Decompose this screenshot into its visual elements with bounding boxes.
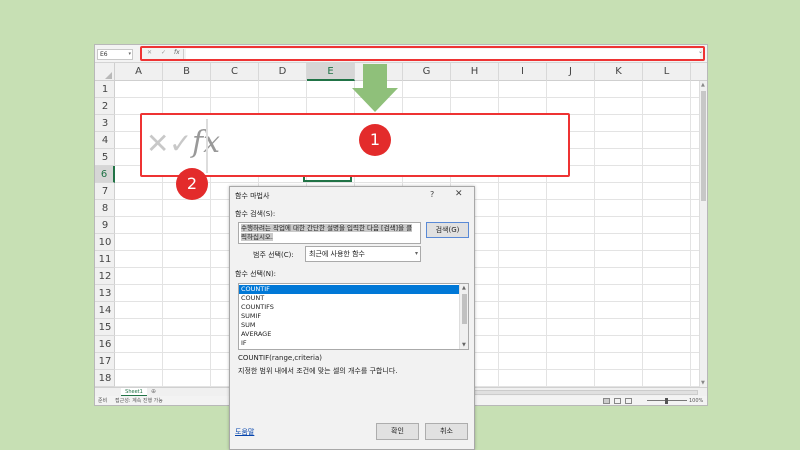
column-header-a[interactable]: A [115, 63, 163, 81]
column-header-d[interactable]: D [259, 63, 307, 81]
search-function-input[interactable]: 수행하려는 작업에 대한 간단한 설명을 입력한 다음 [검색]을 클릭하십시오… [238, 222, 421, 244]
row-header-1[interactable]: 1 [95, 81, 115, 98]
scroll-up-icon[interactable]: ▲ [462, 285, 466, 291]
status-mode: 준비 [98, 398, 108, 404]
down-arrow-icon [352, 64, 398, 112]
scroll-up-icon[interactable]: ▲ [701, 82, 705, 88]
vertical-scroll-thumb[interactable] [701, 91, 706, 201]
category-value: 최근에 사용한 함수 [309, 250, 365, 258]
column-headers: A B C D E F G H I J K L [95, 63, 707, 81]
select-all-corner[interactable] [95, 63, 115, 81]
column-header-b[interactable]: B [163, 63, 211, 81]
column-header-c[interactable]: C [211, 63, 259, 81]
row-header-8[interactable]: 8 [95, 200, 115, 217]
formula-bar-divider [183, 49, 184, 59]
row-header-10[interactable]: 10 [95, 234, 115, 251]
formula-bar-zoom-callout: ✕ ✓ fx [140, 113, 570, 177]
annotation-badge-2: 2 [176, 168, 208, 200]
function-item-count[interactable]: COUNT [239, 294, 459, 303]
search-function-label: 함수 검색(S): [235, 210, 276, 218]
row-header-11[interactable]: 11 [95, 251, 115, 268]
row-header-13[interactable]: 13 [95, 285, 115, 302]
search-button[interactable]: 검색(G) [426, 222, 469, 238]
enter-icon-enlarged: ✓ [169, 127, 193, 160]
function-list-scroll-thumb[interactable] [462, 294, 467, 324]
chevron-down-icon[interactable]: ▾ [415, 247, 418, 261]
function-list-label: 함수 선택(N): [235, 270, 277, 278]
normal-view-icon[interactable] [603, 398, 610, 404]
function-item-countif[interactable]: COUNTIF [239, 285, 459, 294]
help-link[interactable]: 도움말 [235, 427, 254, 437]
row-header-12[interactable]: 12 [95, 268, 115, 285]
row-header-18[interactable]: 18 [95, 370, 115, 387]
column-header-k[interactable]: K [595, 63, 643, 81]
ok-button[interactable]: 확인 [376, 423, 419, 440]
close-icon[interactable]: ✕ [455, 189, 463, 199]
chevron-down-icon[interactable]: ▾ [128, 50, 131, 59]
callout-divider [206, 119, 208, 173]
column-header-i[interactable]: I [499, 63, 547, 81]
zoom-level[interactable]: 100% [689, 396, 703, 405]
function-list[interactable]: COUNTIF COUNT COUNTIFS SUMIF SUM AVERAGE… [238, 283, 469, 350]
insert-function-icon[interactable]: fx [174, 49, 180, 56]
column-header-h[interactable]: H [451, 63, 499, 81]
function-item-sumif[interactable]: SUMIF [239, 312, 459, 321]
function-list-scrollbar[interactable]: ▲ ▼ [459, 284, 468, 349]
column-header-g[interactable]: G [403, 63, 451, 81]
function-description: 지정한 범위 내에서 조건에 맞는 셀의 개수를 구합니다. [238, 367, 398, 375]
row-header-5[interactable]: 5 [95, 149, 115, 166]
row-header-14[interactable]: 14 [95, 302, 115, 319]
dialog-title: 함수 마법사 [235, 192, 270, 200]
column-header-l[interactable]: L [643, 63, 691, 81]
row-header-2[interactable]: 2 [95, 98, 115, 115]
search-function-text: 수행하려는 작업에 대한 간단한 설명을 입력한 다음 [검색]을 클릭하십시오… [241, 224, 413, 241]
scroll-down-icon[interactable]: ▼ [462, 342, 466, 348]
zoom-slider-knob[interactable] [665, 398, 668, 404]
enter-icon[interactable]: ✓ [161, 49, 166, 56]
row-header-6[interactable]: 6 [95, 166, 115, 183]
formula-input[interactable] [186, 49, 700, 59]
category-select[interactable]: 최근에 사용한 함수 ▾ [305, 246, 421, 262]
add-sheet-icon[interactable]: ⊕ [151, 388, 156, 396]
cancel-icon-enlarged: ✕ [146, 127, 170, 160]
category-label: 범주 선택(C): [253, 251, 294, 259]
accessibility-status[interactable]: 접근성: 계속 진행 가능 [115, 396, 163, 405]
annotation-badge-1: 1 [359, 124, 391, 156]
horizontal-scrollbar[interactable] [470, 390, 698, 395]
scroll-down-icon[interactable]: ▼ [701, 380, 705, 386]
cancel-icon[interactable]: ✕ [147, 49, 152, 56]
select-all-icon [105, 72, 112, 79]
page-break-view-icon[interactable] [625, 398, 632, 404]
function-item-average[interactable]: AVERAGE [239, 330, 459, 339]
row-header-15[interactable]: 15 [95, 319, 115, 336]
page-layout-view-icon[interactable] [614, 398, 621, 404]
row-header-9[interactable]: 9 [95, 217, 115, 234]
expand-formula-bar-icon[interactable]: ⌄ [698, 48, 703, 55]
row-header-7[interactable]: 7 [95, 183, 115, 200]
column-header-e[interactable]: E [307, 63, 355, 81]
row-header-16[interactable]: 16 [95, 336, 115, 353]
row-headers: 1 2 3 4 5 6 7 8 9 10 11 12 13 14 15 16 1… [95, 81, 115, 387]
function-item-if[interactable]: IF [239, 339, 459, 348]
formula-bar: E6 ▾ ✕ ✓ fx ⌄ [95, 45, 707, 63]
row-header-17[interactable]: 17 [95, 353, 115, 370]
function-item-countifs[interactable]: COUNTIFS [239, 303, 459, 312]
function-wizard-dialog: 함수 마법사 ? ✕ 함수 검색(S): 수행하려는 작업에 대한 간단한 설명… [229, 186, 475, 450]
name-box-value: E6 [100, 51, 108, 58]
column-header-j[interactable]: J [547, 63, 595, 81]
row-header-3[interactable]: 3 [95, 115, 115, 132]
cancel-button[interactable]: 취소 [425, 423, 468, 440]
row-header-4[interactable]: 4 [95, 132, 115, 149]
help-icon[interactable]: ? [430, 190, 434, 199]
function-syntax: COUNTIF(range,criteria) [238, 354, 322, 362]
function-item-sum[interactable]: SUM [239, 321, 459, 330]
name-box[interactable]: E6 ▾ [97, 49, 133, 60]
vertical-scrollbar[interactable]: ▲ ▼ [699, 81, 707, 387]
